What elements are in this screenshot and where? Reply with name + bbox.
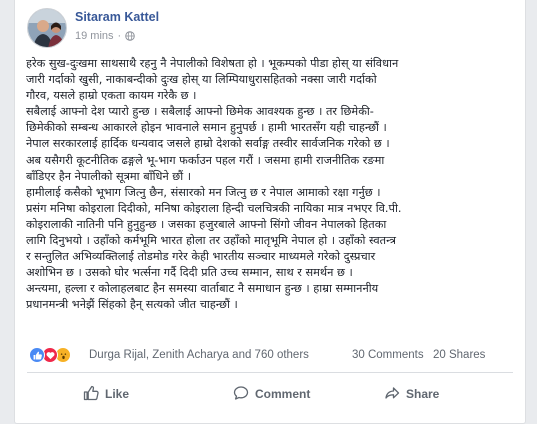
like-button[interactable]: Like xyxy=(83,378,129,410)
post-line: र सन्तुलित अभिव्यक्तिलाई तोडमोड गरेर केह… xyxy=(26,250,376,264)
post-line: लागि दिनुभयो । उहाँको कर्मभूमि भारत होला… xyxy=(26,234,396,248)
post-line: अब यसैगरी कूटनीतिक ढङ्गले भू-भाग फर्काउन… xyxy=(26,153,385,167)
avatar[interactable] xyxy=(27,8,67,48)
share-icon xyxy=(384,385,400,404)
like-label: Like xyxy=(105,387,130,401)
divider xyxy=(27,372,513,373)
post-card: Sitaram Kattel 19 mins · हरेक सुख-दुःखमा… xyxy=(14,0,526,424)
meta-separator: · xyxy=(117,30,122,42)
post-meta: 19 mins · xyxy=(75,30,136,42)
post-line: हामीलाई कसैको भूभाग जित्नु छैन, संसारको … xyxy=(26,185,381,199)
post-time[interactable]: 19 mins xyxy=(75,30,114,42)
author-name[interactable]: Sitaram Kattel xyxy=(75,10,159,24)
post-line: जारी गर्दाको खुसी, नाकाबन्दीको दुःख होस्… xyxy=(26,73,377,87)
share-label: Share xyxy=(406,387,440,401)
like-reaction-icon[interactable] xyxy=(29,347,45,363)
post-line: बाँडिएर हैन नेपालीको सूत्रमा बाँधिने छौं… xyxy=(26,169,192,183)
comments-count[interactable]: 30 Comments xyxy=(352,349,424,361)
post-line: अशोभिन छ । उसको घोर भर्त्सना गर्दै दिदी … xyxy=(26,266,353,280)
post-line: प्रसंग मनिषा कोइराला दिदीको, मनिषा कोइरा… xyxy=(26,201,402,215)
share-button[interactable]: Share xyxy=(384,378,439,410)
post-line: सबैलाई आफ्नो देश प्यारो हुन्छ । सबैलाई आ… xyxy=(26,105,374,119)
post-line: अन्त्यमा, हल्ला र कोलाहलबाट हैन समस्या व… xyxy=(26,282,379,296)
action-bar: Like Comment Share xyxy=(27,378,513,410)
post-line: हरेक सुख-दुःखमा साथसाथै रहनु नै नेपालीको… xyxy=(26,57,399,70)
thumbs-up-icon xyxy=(83,385,99,404)
post-line: गौरव, यसले हाम्रो एकता कायम गरेकै छ । xyxy=(26,89,197,103)
post-line: छिमेकीको सम्बन्ध आकारले होइन भावनाले समा… xyxy=(26,121,387,135)
comment-label: Comment xyxy=(255,387,311,401)
shares-count[interactable]: 20 Shares xyxy=(433,349,485,361)
post-line: नेपाल सरकारलाई हार्दिक धन्यवाद जसले हाम्… xyxy=(26,137,390,151)
comment-icon xyxy=(233,385,249,404)
post-header: Sitaram Kattel 19 mins · xyxy=(27,8,507,52)
globe-icon[interactable] xyxy=(125,31,136,41)
comment-button[interactable]: Comment xyxy=(233,378,310,410)
post-stats: Durga Rijal, Zenith Acharya and 760 othe… xyxy=(29,344,513,368)
post-body: हरेक सुख-दुःखमा साथसाथै रहनु नै नेपालीको… xyxy=(26,56,516,314)
reaction-summary[interactable] xyxy=(29,347,71,363)
post-line: कोइरालाकी नातिनी पनि हुनुहुन्छ । जसका हज… xyxy=(26,217,387,231)
post-line: प्रधानमन्त्री भनेझैं सिंहको हैन् सत्यको … xyxy=(26,298,238,312)
reactors-text[interactable]: Durga Rijal, Zenith Acharya and 760 othe… xyxy=(89,349,309,361)
